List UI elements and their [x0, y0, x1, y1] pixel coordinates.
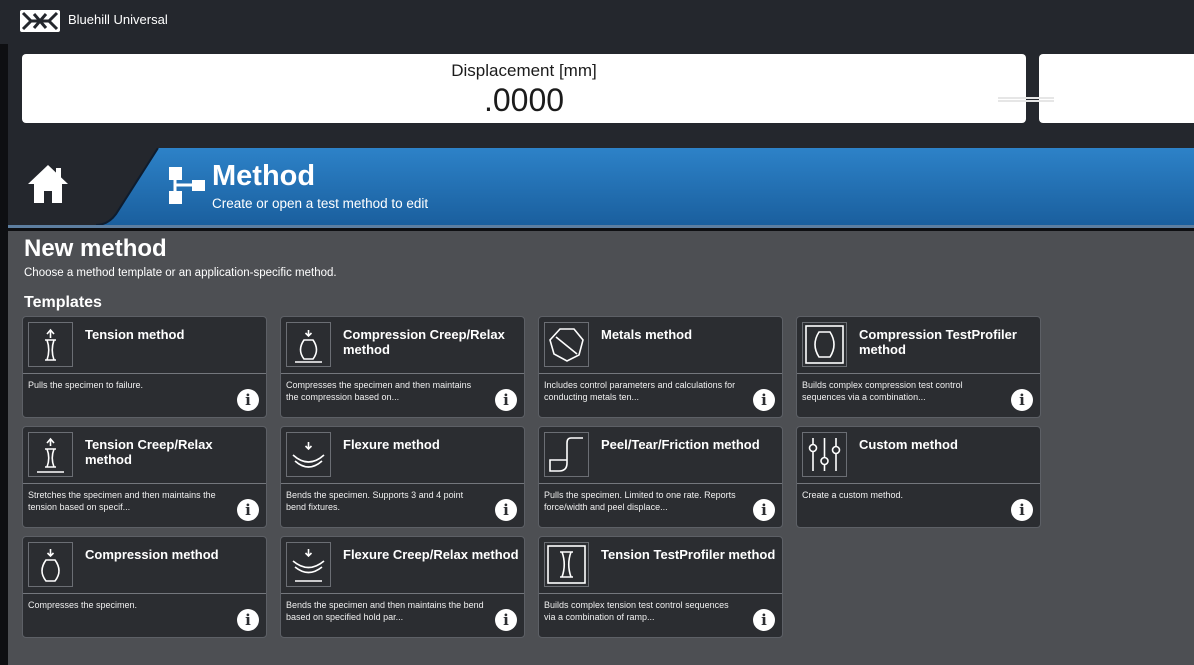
- new-method-title: New method: [24, 235, 167, 262]
- title-bar: Bluehill Universal: [0, 0, 1194, 44]
- card-divider: [23, 373, 266, 374]
- secondary-readout[interactable]: [1039, 54, 1194, 123]
- template-description: Bends the specimen. Supports 3 and 4 poi…: [286, 490, 464, 512]
- template-description: Stretches the specimen and then maintain…: [28, 490, 216, 512]
- bluehill-logo-icon: [20, 10, 60, 32]
- template-card-tension[interactable]: Tension method Pulls the specimen to fai…: [22, 316, 267, 418]
- template-description: Compresses the specimen and then maintai…: [286, 380, 472, 402]
- template-name: Tension method: [85, 327, 185, 342]
- page-title: Method: [212, 160, 316, 192]
- template-description: Builds complex compression test control …: [802, 380, 963, 402]
- card-divider: [797, 373, 1040, 374]
- displacement-readout[interactable]: Displacement [mm] .0000: [22, 54, 1026, 123]
- template-name: Tension TestProfiler method: [601, 547, 776, 562]
- template-description: Pulls the specimen to failure.: [28, 380, 144, 390]
- tension-creep-icon: [28, 432, 73, 477]
- template-card-compression-testprofiler[interactable]: Compression TestProfiler method Builds c…: [796, 316, 1041, 418]
- template-name: Flexure method: [343, 437, 440, 452]
- info-icon[interactable]: i: [1011, 389, 1033, 411]
- card-divider: [281, 593, 524, 594]
- info-icon[interactable]: i: [495, 499, 517, 521]
- custom-sliders-icon: [802, 432, 847, 477]
- info-icon[interactable]: i: [495, 609, 517, 631]
- tension-testprofiler-icon: [544, 542, 589, 587]
- template-name: Compression TestProfiler method: [859, 327, 1017, 357]
- panel-splitter-handle[interactable]: [998, 97, 1054, 102]
- info-icon[interactable]: i: [753, 609, 775, 631]
- template-card-peel-tear-friction[interactable]: Peel/Tear/Friction method Pulls the spec…: [538, 426, 783, 528]
- flexure-icon: [286, 432, 331, 477]
- template-name: Compression method: [85, 547, 219, 562]
- template-name: Metals method: [601, 327, 693, 342]
- tension-icon: [28, 322, 73, 367]
- template-card-tension-creep-relax[interactable]: Tension Creep/Relax method Stretches the…: [22, 426, 267, 528]
- card-divider: [23, 483, 266, 484]
- template-card-metals[interactable]: Metals method Includes control parameter…: [538, 316, 783, 418]
- info-icon[interactable]: i: [237, 389, 259, 411]
- template-name: Tension Creep/Relax method: [85, 437, 213, 467]
- templates-heading: Templates: [24, 294, 102, 311]
- method-header: Method Create or open a test method to e…: [8, 148, 1194, 228]
- card-divider: [539, 483, 782, 484]
- template-card-tension-testprofiler[interactable]: Tension TestProfiler method Builds compl…: [538, 536, 783, 638]
- card-divider: [539, 593, 782, 594]
- template-name: Peel/Tear/Friction method: [601, 437, 760, 452]
- home-icon[interactable]: [26, 162, 70, 206]
- template-description: Pulls the specimen. Limited to one rate.…: [544, 490, 736, 512]
- template-description: Create a custom method.: [802, 490, 904, 500]
- info-icon[interactable]: i: [237, 609, 259, 631]
- template-card-flexure[interactable]: Flexure method Bends the specimen. Suppo…: [280, 426, 525, 528]
- card-divider: [281, 483, 524, 484]
- method-flowchart-icon: [169, 167, 205, 204]
- info-icon[interactable]: i: [495, 389, 517, 411]
- card-divider: [797, 483, 1040, 484]
- template-description: Bends the specimen and then maintains th…: [286, 600, 484, 622]
- readout-area: Displacement [mm] .0000: [8, 44, 1194, 148]
- template-card-flexure-creep-relax[interactable]: Flexure Creep/Relax method Bends the spe…: [280, 536, 525, 638]
- app-title: Bluehill Universal: [68, 12, 168, 27]
- template-name: Compression Creep/Relax method: [343, 327, 505, 357]
- card-divider: [23, 593, 266, 594]
- metals-icon: [544, 322, 589, 367]
- info-icon[interactable]: i: [1011, 499, 1033, 521]
- template-description: Builds complex tension test control sequ…: [544, 600, 729, 622]
- template-description: Includes control parameters and calculat…: [544, 380, 736, 402]
- compression-creep-icon: [286, 322, 331, 367]
- template-name: Custom method: [859, 437, 958, 452]
- compression-testprofiler-icon: [802, 322, 847, 367]
- info-icon[interactable]: i: [237, 499, 259, 521]
- compression-icon: [28, 542, 73, 587]
- template-description: Compresses the specimen.: [28, 600, 138, 610]
- card-divider: [281, 373, 524, 374]
- page-subtitle: Create or open a test method to edit: [212, 196, 429, 211]
- readout-value: .0000: [483, 82, 565, 118]
- info-icon[interactable]: i: [753, 499, 775, 521]
- template-card-custom[interactable]: Custom method Create a custom method. i: [796, 426, 1041, 528]
- template-card-compression-creep-relax[interactable]: Compression Creep/Relax method Compresse…: [280, 316, 525, 418]
- new-method-subtitle: Choose a method template or an applicati…: [24, 267, 337, 279]
- peel-icon: [544, 432, 589, 477]
- readout-label: Displacement [mm]: [451, 61, 597, 80]
- info-icon[interactable]: i: [753, 389, 775, 411]
- template-card-compression[interactable]: Compression method Compresses the specim…: [22, 536, 267, 638]
- template-name: Flexure Creep/Relax method: [343, 547, 519, 562]
- flexure-creep-icon: [286, 542, 331, 587]
- card-divider: [539, 373, 782, 374]
- content-area: New method Choose a method template or a…: [8, 231, 1194, 665]
